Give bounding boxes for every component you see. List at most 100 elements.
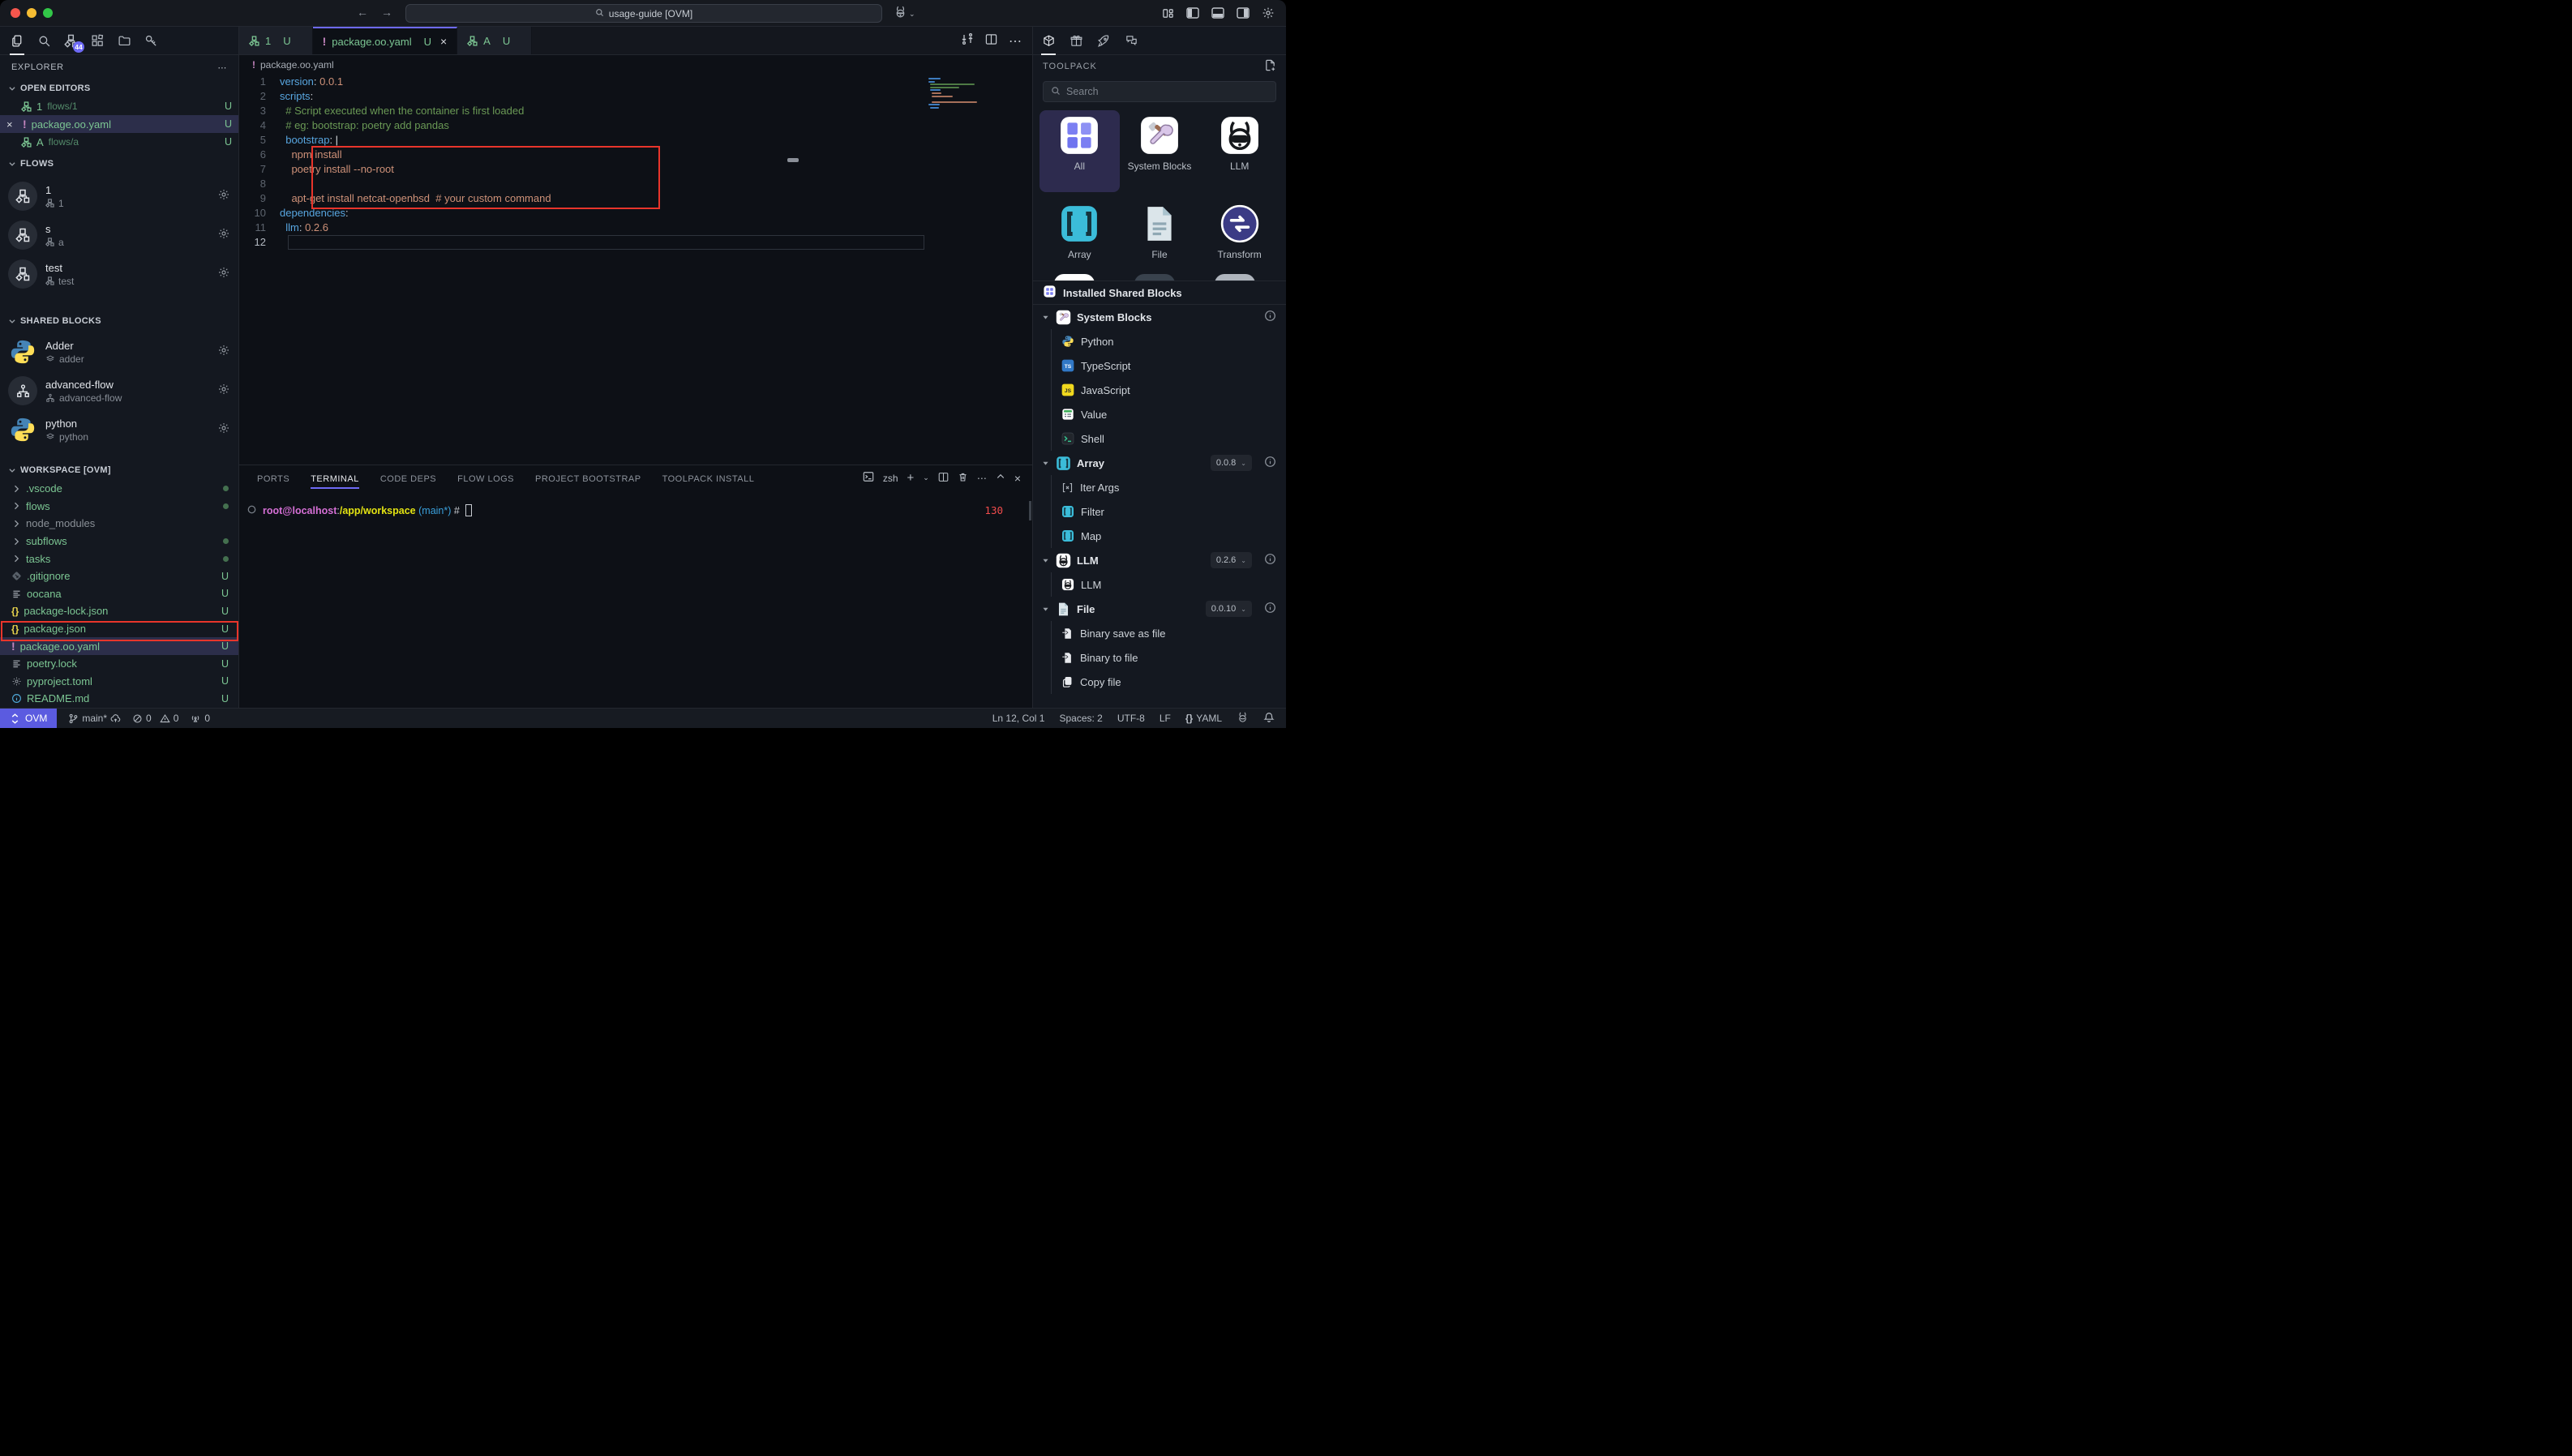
toolpack-tile-system-blocks[interactable]: System Blocks bbox=[1120, 110, 1200, 192]
toolpack-cube-icon[interactable] bbox=[1038, 28, 1059, 53]
files-icon[interactable] bbox=[6, 28, 28, 53]
block-item-copy-file[interactable]: Copy file bbox=[1052, 670, 1286, 694]
terminal-dropdown-icon[interactable]: ⌄ bbox=[923, 473, 929, 482]
indentation[interactable]: Spaces: 2 bbox=[1059, 713, 1102, 724]
block-item-filter[interactable]: Filter bbox=[1052, 499, 1286, 524]
settings-gear-icon[interactable] bbox=[1262, 6, 1275, 24]
code-line[interactable]: 6 npm install bbox=[239, 148, 1032, 162]
ports-indicator[interactable]: 0 bbox=[190, 713, 210, 724]
maximize-window-button[interactable] bbox=[43, 8, 53, 18]
block-item-shell[interactable]: Shell bbox=[1052, 426, 1286, 451]
toolpack-tile-file[interactable]: File bbox=[1120, 199, 1200, 280]
workspace-folder[interactable]: node_modules bbox=[0, 515, 238, 533]
block-item-llm[interactable]: LLM bbox=[1052, 572, 1286, 597]
gift-icon[interactable] bbox=[1065, 28, 1087, 53]
open-editor-item[interactable]: 1flows/1U bbox=[0, 97, 238, 115]
shared-block-item[interactable]: Adder adder bbox=[0, 332, 238, 371]
block-item-iter-args[interactable]: Iter Args bbox=[1052, 475, 1286, 499]
flow-list-item[interactable]: 1 1 bbox=[0, 177, 238, 216]
workspace-file[interactable]: {}package-lock.jsonU bbox=[0, 602, 238, 620]
workspace-file[interactable]: README.mdU bbox=[0, 690, 238, 708]
more-actions-icon[interactable]: ⋯ bbox=[1009, 33, 1022, 49]
editor-tab-1[interactable]: 1 U bbox=[239, 27, 313, 54]
terminal-prompt[interactable]: root@localhost:/app/workspace (main*) # bbox=[247, 504, 472, 516]
workspace-file[interactable]: oocanaU bbox=[0, 585, 238, 603]
workspace-file[interactable]: {}package.jsonU bbox=[0, 620, 238, 638]
shell-name[interactable]: zsh bbox=[883, 473, 898, 484]
close-panel-icon[interactable]: × bbox=[1014, 472, 1021, 485]
cursor-position[interactable]: Ln 12, Col 1 bbox=[992, 713, 1045, 724]
block-item-javascript[interactable]: JS JavaScript bbox=[1052, 378, 1286, 402]
toolpack-tile-all[interactable]: All bbox=[1040, 110, 1120, 192]
terminal-scrollbar[interactable] bbox=[1029, 501, 1031, 520]
folder-icon[interactable] bbox=[114, 28, 135, 53]
code-line[interactable]: 1version: 0.0.1 bbox=[239, 75, 1032, 89]
minimap[interactable] bbox=[928, 78, 982, 113]
split-terminal-icon[interactable] bbox=[938, 472, 949, 485]
code-line[interactable]: 4 # eg: bootstrap: poetry add pandas bbox=[239, 118, 1032, 133]
panel-resize-handle[interactable] bbox=[787, 158, 799, 162]
toggle-right-sidebar-icon[interactable] bbox=[1237, 7, 1250, 23]
assistant-menu[interactable]: ⌄ bbox=[894, 5, 915, 23]
block-item-binary-to-file[interactable]: Binary to file bbox=[1052, 645, 1286, 670]
explorer-more-icon[interactable]: ⋯ bbox=[217, 62, 227, 73]
code-editor[interactable]: 1version: 0.0.12scripts:3 # Script execu… bbox=[239, 75, 1032, 465]
open-changes-icon[interactable] bbox=[961, 32, 974, 49]
gear-icon[interactable] bbox=[217, 344, 230, 361]
code-line[interactable]: 5 bootstrap: | bbox=[239, 133, 1032, 148]
back-button[interactable]: ← bbox=[357, 6, 368, 19]
editor-tab-A[interactable]: A U bbox=[457, 27, 532, 54]
editor-tab-package.oo.yaml[interactable]: ! package.oo.yaml U× bbox=[313, 27, 458, 54]
flows-header[interactable]: FLOWS bbox=[0, 154, 238, 173]
encoding[interactable]: UTF-8 bbox=[1117, 713, 1145, 724]
workspace-file[interactable]: poetry.lockU bbox=[0, 655, 238, 673]
block-item-binary-save-as-file[interactable]: Binary save as file bbox=[1052, 621, 1286, 645]
version-selector[interactable]: 0.0.10⌄ bbox=[1206, 601, 1252, 617]
search-icon[interactable] bbox=[33, 28, 54, 53]
toggle-left-sidebar-icon[interactable] bbox=[1186, 7, 1199, 23]
info-icon[interactable] bbox=[1264, 553, 1276, 567]
close-tab-icon[interactable]: × bbox=[440, 35, 447, 48]
open-editor-item[interactable]: ×! package.oo.yamlU bbox=[0, 115, 238, 133]
caret-down-icon[interactable] bbox=[1041, 313, 1050, 322]
toggle-bottom-panel-icon[interactable] bbox=[1211, 7, 1224, 23]
gear-icon[interactable] bbox=[217, 422, 230, 439]
info-icon[interactable] bbox=[1264, 456, 1276, 470]
problems-indicator[interactable]: 0 0 bbox=[132, 713, 178, 724]
version-selector[interactable]: 0.2.6⌄ bbox=[1211, 552, 1252, 568]
code-line[interactable]: 3 # Script executed when the container i… bbox=[239, 104, 1032, 118]
code-line[interactable]: 9 apt-get install netcat-openbsd # your … bbox=[239, 191, 1032, 206]
kill-terminal-icon[interactable] bbox=[958, 472, 968, 485]
block-group-file[interactable]: File0.0.10⌄ bbox=[1033, 597, 1286, 621]
workspace-file[interactable]: pyproject.tomlU bbox=[0, 673, 238, 691]
block-item-typescript[interactable]: TS TypeScript bbox=[1052, 353, 1286, 378]
workspace-file[interactable]: !package.oo.yamlU bbox=[0, 637, 238, 655]
block-group-array[interactable]: Array0.0.8⌄ bbox=[1033, 451, 1286, 475]
block-item-value[interactable]: Value bbox=[1052, 402, 1286, 426]
info-icon[interactable] bbox=[1264, 310, 1276, 324]
shared-block-item[interactable]: advanced-flow advanced-flow bbox=[0, 371, 238, 410]
rocket-icon[interactable] bbox=[1093, 28, 1114, 53]
workspace-header[interactable]: WORKSPACE [OVM] bbox=[0, 460, 238, 480]
command-center-search[interactable]: usage-guide [OVM] bbox=[405, 4, 882, 23]
gear-icon[interactable] bbox=[217, 266, 230, 283]
close-window-button[interactable] bbox=[11, 8, 20, 18]
caret-down-icon[interactable] bbox=[1041, 605, 1050, 614]
toolpack-tile-transform[interactable]: Transform bbox=[1199, 199, 1280, 280]
panel-tab-ports[interactable]: PORTS bbox=[257, 468, 289, 489]
toolpack-search-input[interactable]: Search bbox=[1043, 81, 1276, 102]
panel-more-icon[interactable]: ⋯ bbox=[977, 473, 987, 484]
block-item-map[interactable]: Map bbox=[1052, 524, 1286, 548]
flow-list-item[interactable]: s a bbox=[0, 216, 238, 255]
minimize-window-button[interactable] bbox=[27, 8, 36, 18]
workspace-file[interactable]: .gitignoreU bbox=[0, 567, 238, 585]
forward-button[interactable]: → bbox=[381, 6, 392, 19]
gear-icon[interactable] bbox=[217, 227, 230, 244]
flows-icon[interactable]: 44 bbox=[60, 28, 81, 53]
new-terminal-icon[interactable]: + bbox=[907, 471, 915, 485]
block-group-llm[interactable]: LLM0.2.6⌄ bbox=[1033, 548, 1286, 572]
shared-blocks-header[interactable]: SHARED BLOCKS bbox=[0, 311, 238, 331]
maximize-panel-icon[interactable] bbox=[996, 472, 1005, 484]
eol[interactable]: LF bbox=[1160, 713, 1171, 724]
code-line[interactable]: 2scripts: bbox=[239, 89, 1032, 104]
